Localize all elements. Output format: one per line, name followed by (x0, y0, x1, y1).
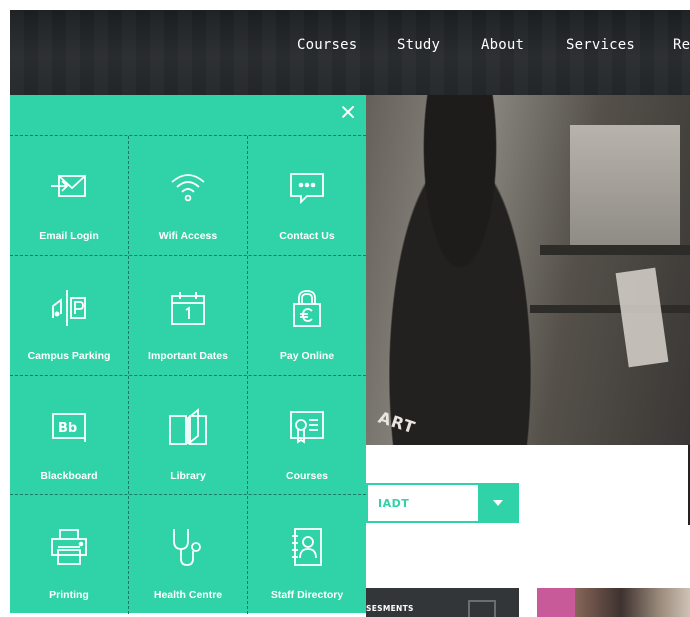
quick-links-panel: Email Login Wifi Access Contact Us Campu… (10, 95, 366, 614)
quick-link-health-centre[interactable]: Health Centre (129, 495, 247, 614)
assessments-card-title: SESMENTS (366, 604, 414, 613)
assessments-card[interactable]: SESMENTS (366, 588, 519, 617)
quick-link-label: Printing (49, 589, 89, 601)
nav-study-link[interactable]: Study (397, 37, 440, 53)
quick-link-label: Health Centre (153, 589, 223, 601)
nav-courses-link[interactable]: Courses (297, 37, 357, 53)
chat-bubble-icon (287, 168, 327, 208)
quick-link-label: Important Dates (148, 350, 228, 362)
blackboard-icon: Bb (49, 408, 89, 448)
page: Courses Study About Services Re ART IADT… (0, 0, 690, 617)
quick-link-contact-us[interactable]: Contact Us (248, 136, 366, 255)
quick-link-pay-online[interactable]: Pay Online (248, 256, 366, 375)
printer-icon (49, 527, 89, 567)
institute-select[interactable]: IADT (366, 483, 519, 523)
close-icon[interactable] (339, 103, 357, 121)
quick-link-label: Blackboard (40, 470, 98, 482)
nav-about-link[interactable]: About (481, 37, 524, 53)
email-login-icon (49, 168, 89, 208)
quick-link-label: Wifi Access (158, 230, 218, 242)
quick-link-label: Courses (285, 470, 328, 482)
quick-link-label: Staff Directory (270, 589, 344, 601)
quick-link-courses[interactable]: Courses (248, 376, 366, 495)
quick-link-label: Campus Parking (27, 350, 111, 362)
nav-services-link[interactable]: Services (566, 37, 635, 53)
quick-link-label: Pay Online (279, 350, 335, 362)
caret-down-icon[interactable] (478, 485, 517, 521)
quick-link-wifi-access[interactable]: Wifi Access (129, 136, 247, 255)
wifi-icon (168, 168, 208, 208)
hero-background-window (570, 125, 680, 245)
hero-shelf (530, 305, 690, 313)
quick-link-printing[interactable]: Printing (10, 495, 128, 614)
document-icon (468, 600, 496, 617)
quick-link-label: Contact Us (279, 230, 335, 242)
quick-link-library[interactable]: Library (129, 376, 247, 495)
parking-icon (49, 288, 89, 328)
quick-link-blackboard[interactable]: Bb Blackboard (10, 376, 128, 495)
quick-link-campus-parking[interactable]: Campus Parking (10, 256, 128, 375)
calendar-icon (168, 288, 208, 328)
quick-link-important-dates[interactable]: Important Dates (129, 256, 247, 375)
certificate-icon (287, 408, 327, 448)
hero-student (370, 95, 550, 445)
quick-link-label: Email Login (39, 230, 99, 242)
svg-text:Bb: Bb (58, 421, 77, 436)
quick-link-staff-directory[interactable]: Staff Directory (248, 495, 366, 614)
quick-link-email-login[interactable]: Email Login (10, 136, 128, 255)
nav-research-link[interactable]: Re (673, 37, 690, 53)
hero-shelf (540, 245, 690, 255)
news-photo-accent (537, 588, 575, 617)
quick-links-grid: Email Login Wifi Access Contact Us Campu… (10, 135, 366, 614)
institute-select-value: IADT (378, 497, 410, 510)
stethoscope-icon (168, 527, 208, 567)
hero-poster (615, 267, 669, 368)
address-book-icon (287, 527, 327, 567)
news-photo-card[interactable] (537, 588, 690, 617)
book-icon (168, 408, 208, 448)
padlock-euro-icon (287, 288, 327, 328)
quick-link-label: Library (170, 470, 206, 482)
